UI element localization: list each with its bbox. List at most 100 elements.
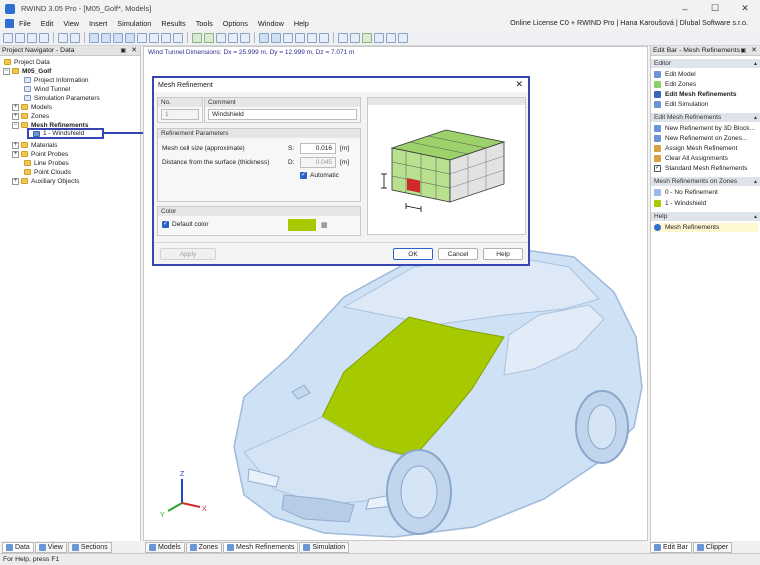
view-icon[interactable] <box>137 32 147 43</box>
close-icon[interactable]: ✕ <box>515 79 523 90</box>
animation-icon[interactable] <box>374 32 384 43</box>
tree-item-line-probes[interactable]: Line Probes <box>24 159 69 167</box>
tab-models[interactable]: Models <box>145 541 185 553</box>
close-icon[interactable]: ✕ <box>751 46 757 54</box>
expand-icon[interactable]: + <box>12 103 19 111</box>
apply-button[interactable]: Apply <box>160 248 216 260</box>
section-editor[interactable]: Editor ▲ <box>651 59 760 68</box>
open-file-icon[interactable] <box>15 32 25 43</box>
menu-results[interactable]: Results <box>156 19 190 28</box>
redo-icon[interactable] <box>70 32 80 43</box>
tab-zones[interactable]: Zones <box>185 541 223 553</box>
color-icon[interactable] <box>271 32 281 43</box>
refinement-0-item[interactable]: 0 - No Refinement <box>654 188 718 197</box>
help-button[interactable]: Help <box>483 248 523 260</box>
default-color-checkbox[interactable]: ✓ Default color <box>162 221 209 228</box>
results-icon[interactable] <box>283 32 293 43</box>
help-mesh-refinements-item[interactable]: Mesh Refinements <box>654 223 758 232</box>
collapse-arrow-icon[interactable]: ▲ <box>753 179 758 185</box>
transparent-icon[interactable] <box>240 32 250 43</box>
tab-view[interactable]: View <box>34 541 67 553</box>
edit-mesh-refinements-item[interactable]: Edit Mesh Refinements <box>654 90 737 99</box>
expand-icon[interactable]: + <box>12 141 19 149</box>
tree-item-models[interactable]: + Models <box>12 103 52 111</box>
wireframe-icon[interactable] <box>216 32 226 43</box>
tree-item-point-probes[interactable]: + Point Probes <box>12 150 68 158</box>
automatic-checkbox[interactable]: ✓ Automatic <box>300 172 339 179</box>
grid-icon[interactable] <box>204 32 214 43</box>
front-view-icon[interactable] <box>161 32 171 43</box>
menu-view[interactable]: View <box>58 19 84 28</box>
clear-assignments-item[interactable]: Clear All Assignments <box>654 154 728 163</box>
tree-item-wind-tunnel[interactable]: Wind Tunnel <box>24 85 70 93</box>
solid-icon[interactable] <box>228 32 238 43</box>
edit-simulation-item[interactable]: Edit Simulation <box>654 100 708 109</box>
section-edit-mesh-refinements[interactable]: Edit Mesh Refinements ▲ <box>651 113 760 122</box>
tab-clipper[interactable]: Clipper <box>692 541 733 553</box>
display-icon[interactable] <box>259 32 269 43</box>
cell-size-input[interactable]: 0.016 <box>300 143 336 154</box>
new-refinement-zones-item[interactable]: New Refinement on Zones... <box>654 134 747 143</box>
tab-simulation[interactable]: Simulation <box>299 541 350 553</box>
tab-edit-bar[interactable]: Edit Bar <box>650 541 692 553</box>
menu-simulation[interactable]: Simulation <box>112 19 156 28</box>
color-swatch[interactable] <box>288 219 316 231</box>
menu-insert[interactable]: Insert <box>84 19 112 28</box>
simulate-icon[interactable] <box>362 32 372 43</box>
zoom-icon[interactable] <box>101 32 111 43</box>
tab-data[interactable]: Data <box>2 541 34 553</box>
tree-item-auxiliary-objects[interactable]: + Auxiliary Objects <box>12 177 79 185</box>
clipper-icon[interactable] <box>319 32 329 43</box>
tree-item-zones[interactable]: + Zones <box>12 112 49 120</box>
section-mesh-refinements-on-zones[interactable]: Mesh Refinements on Zones ▲ <box>651 177 760 186</box>
collapse-arrow-icon[interactable]: ▲ <box>753 214 758 220</box>
menu-options[interactable]: Options <box>218 19 253 28</box>
tree-item-windshield[interactable]: 1 - Windshield <box>27 128 104 139</box>
maximize-icon[interactable]: ☐ <box>700 0 730 17</box>
pan-icon[interactable] <box>125 32 135 43</box>
expand-icon[interactable]: + <box>12 150 19 158</box>
save-icon[interactable] <box>27 32 37 43</box>
streamline-icon[interactable] <box>307 32 317 43</box>
settings-icon[interactable] <box>398 32 408 43</box>
menu-tools[interactable]: Tools <box>191 19 218 28</box>
export-icon[interactable] <box>386 32 396 43</box>
tree-item-project-information[interactable]: Project Information <box>24 76 89 84</box>
menu-file[interactable]: File <box>14 19 36 28</box>
menu-edit[interactable]: Edit <box>36 19 59 28</box>
iso-view-icon[interactable] <box>149 32 159 43</box>
refinement-1-item[interactable]: 1 - Windshield <box>654 199 706 208</box>
ok-button[interactable]: OK <box>393 248 433 260</box>
top-view-icon[interactable] <box>173 32 183 43</box>
edit-model-item[interactable]: Edit Model <box>654 70 696 79</box>
tree-item-simulation-parameters[interactable]: Simulation Parameters <box>24 94 100 102</box>
dimension-icon[interactable] <box>350 32 360 43</box>
menu-window[interactable]: Window <box>253 19 289 28</box>
cancel-button[interactable]: Cancel <box>438 248 478 260</box>
document-icon[interactable] <box>5 19 14 28</box>
minimize-icon[interactable]: – <box>670 0 700 17</box>
tab-sections[interactable]: Sections <box>67 541 112 553</box>
expand-icon[interactable]: + <box>12 112 19 120</box>
menu-help[interactable]: Help <box>289 19 314 28</box>
color-picker-icon[interactable]: ▦ <box>321 221 328 229</box>
rotate-icon[interactable] <box>113 32 123 43</box>
undo-icon[interactable] <box>58 32 68 43</box>
collapse-icon[interactable]: − <box>12 121 19 129</box>
print-icon[interactable] <box>39 32 49 43</box>
select-icon[interactable] <box>89 32 99 43</box>
pin-icon[interactable]: ▣ <box>120 47 126 54</box>
collapse-arrow-icon[interactable]: ▲ <box>753 61 758 67</box>
collapse-arrow-icon[interactable]: ▲ <box>753 115 758 121</box>
comment-field[interactable]: Windshield <box>208 109 357 120</box>
assign-mesh-refinement-item[interactable]: Assign Mesh Refinement <box>654 144 737 153</box>
close-icon[interactable]: ✕ <box>730 0 760 17</box>
edit-zones-item[interactable]: Edit Zones <box>654 80 696 89</box>
collapse-icon[interactable]: − <box>3 67 10 75</box>
tree-item-model[interactable]: − M05_Golf <box>3 67 51 75</box>
probes-icon[interactable] <box>295 32 305 43</box>
tab-mesh-refinements[interactable]: Mesh Refinements <box>223 541 299 553</box>
new-refinement-3d-block-item[interactable]: New Refinement by 3D Block... <box>654 124 755 133</box>
tree-item-project-data[interactable]: Project Data <box>4 58 50 66</box>
section-help[interactable]: Help ▲ <box>651 212 760 221</box>
